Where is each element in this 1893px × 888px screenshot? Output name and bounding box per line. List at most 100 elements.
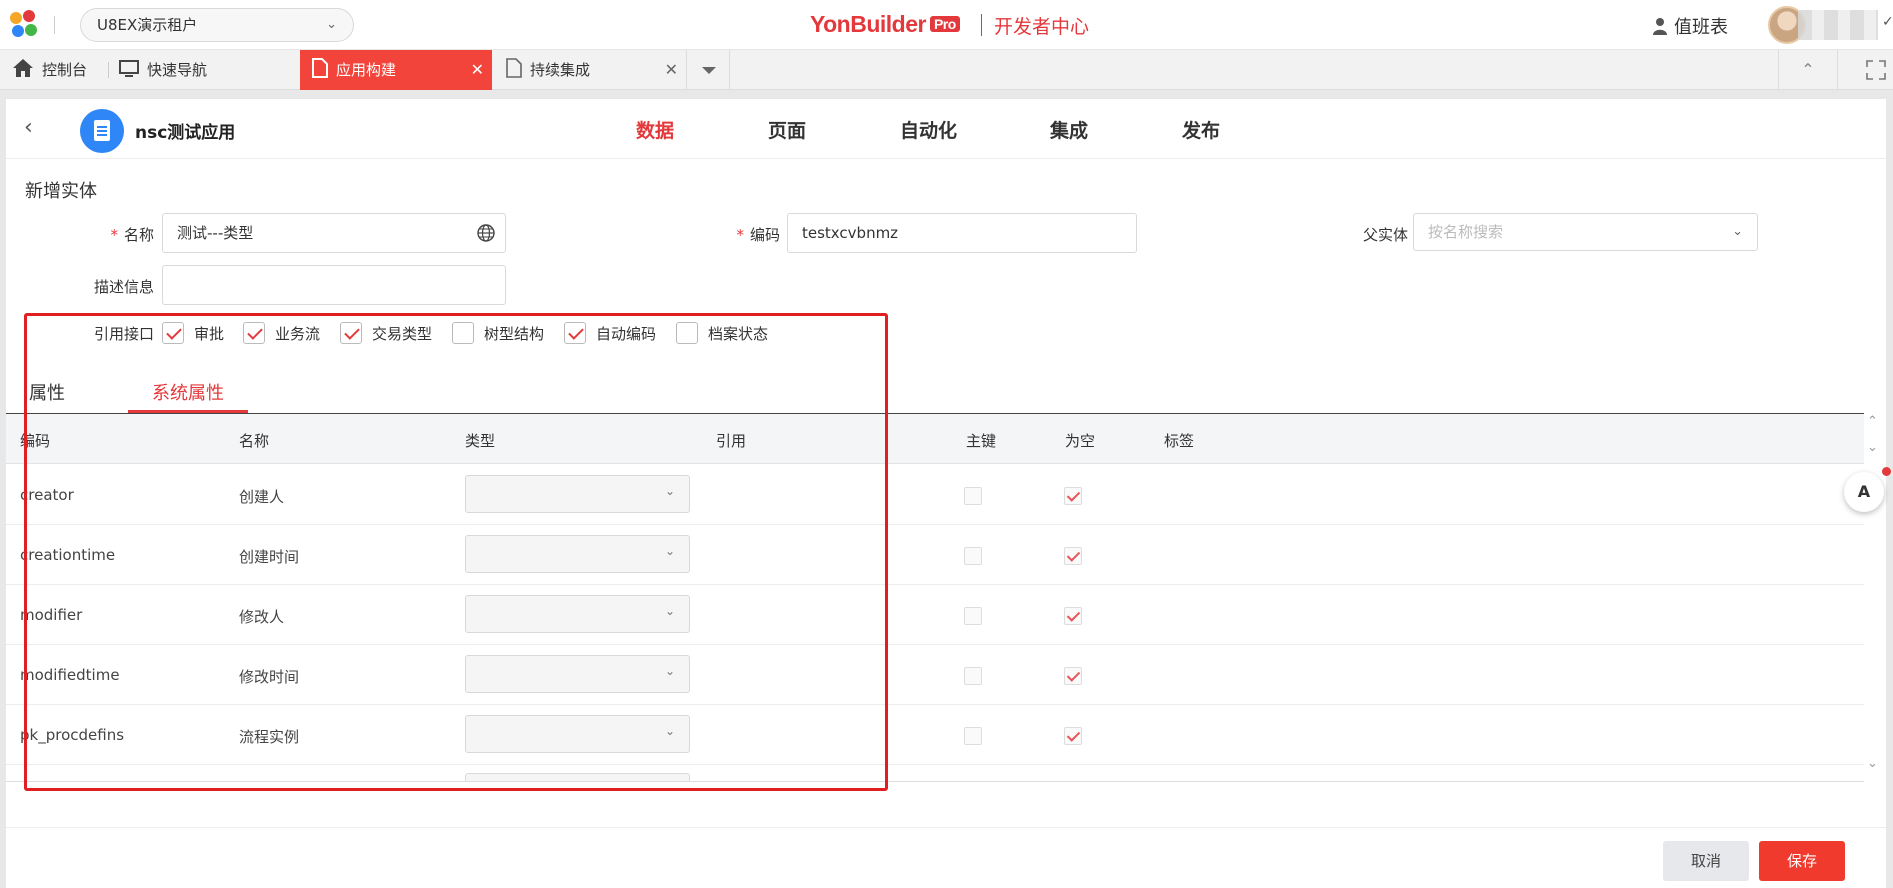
table-row[interactable]: creator 创建人 ⌄ [6,465,1864,525]
checkbox-box[interactable] [564,322,586,344]
globe-icon[interactable] [477,224,495,242]
checkbox-transaction-type[interactable]: 交易类型 [340,322,432,346]
checkbox-tree-structure[interactable]: 树型结构 [452,322,544,346]
checkbox-approval[interactable]: 审批 [162,322,224,346]
fullscreen-icon[interactable] [1866,60,1886,80]
column-header-name: 名称 [239,432,270,450]
chevron-down-icon: ⌄ [664,484,675,498]
nav-page[interactable]: 页面 [768,116,806,143]
checkbox-archive-status[interactable]: 档案状态 [676,322,768,346]
collapse-header-button[interactable]: ⌃ [1778,50,1838,90]
column-header-primary-key: 主键 [966,432,997,450]
nav-publish[interactable]: 发布 [1182,116,1220,143]
nav-automation[interactable]: 自动化 [900,116,957,143]
tab-app-build[interactable]: 应用构建 ✕ [300,50,492,90]
person-icon [1653,18,1667,35]
cell-code: modifier [20,606,83,624]
table-row[interactable] [6,765,1864,781]
type-select[interactable]: ⌄ [465,595,690,633]
checkbox-label: 自动编码 [596,325,657,343]
tab-console[interactable]: 控制台 [12,50,112,90]
divider [6,827,1886,828]
checkbox-box[interactable] [162,322,184,344]
checkbox-box[interactable] [243,322,265,344]
column-header-tags: 标签 [1164,432,1195,450]
close-icon[interactable]: ✕ [665,50,678,90]
tab-overflow-button[interactable] [686,50,730,90]
save-button[interactable]: 保存 [1759,841,1845,881]
primary-key-checkbox[interactable] [964,487,982,505]
notification-dot [1882,467,1891,476]
description-field[interactable] [162,265,506,305]
document-icon [312,58,328,78]
primary-key-checkbox[interactable] [964,667,982,685]
code-label: * 编码 [736,226,780,244]
nav-data[interactable]: 数据 [636,116,674,143]
assistant-button[interactable]: A [1844,472,1884,512]
dev-center-title: 开发者中心 [994,16,1090,38]
chevron-down-icon[interactable]: ✓ [1882,14,1893,30]
type-select[interactable]: ⌄ [465,535,690,573]
parent-entity-select[interactable]: 按名称搜索 ⌄ [1413,213,1758,251]
nullable-checkbox[interactable] [1064,667,1082,685]
table-row[interactable]: modifiedtime 修改时间 ⌄ [6,645,1864,705]
primary-key-checkbox[interactable] [964,547,982,565]
checkbox-box[interactable] [452,322,474,344]
primary-key-checkbox[interactable] [964,727,982,745]
divider [6,781,1864,782]
checkbox-box[interactable] [676,322,698,344]
name-field[interactable]: 测试---类型 [162,213,506,253]
nullable-checkbox[interactable] [1064,607,1082,625]
checkbox-box[interactable] [340,322,362,344]
tab-quick-nav[interactable]: 快速导航 [119,50,279,90]
nav-integration[interactable]: 集成 [1050,116,1088,143]
divider [108,62,109,78]
tenant-name: U8EX演示租户 [97,16,198,34]
tab-attributes[interactable]: 属性 [29,379,65,405]
interfaces-label: 引用接口 [93,325,154,343]
tab-label: 持续集成 [530,61,591,79]
app-icon [80,109,124,153]
checkbox-label: 档案状态 [708,325,769,343]
checkbox-label: 树型结构 [484,325,545,343]
type-select[interactable]: ⌄ [465,655,690,693]
nullable-checkbox[interactable] [1064,547,1082,565]
tab-system-attributes[interactable]: 系统属性 [152,379,224,405]
duty-schedule-link[interactable]: 值班表 [1652,13,1728,39]
parent-label: 父实体 [1362,226,1408,244]
back-icon[interactable]: ‹ [24,115,33,140]
close-icon[interactable]: ✕ [471,50,484,90]
nullable-checkbox[interactable] [1064,487,1082,505]
brand-name: YonBuilder [810,11,926,37]
primary-key-checkbox[interactable] [964,607,982,625]
monitor-icon [119,60,139,77]
type-select[interactable] [465,773,690,781]
user-name-blurred[interactable] [1798,10,1878,40]
chevron-up-icon[interactable]: ⌃ [1867,414,1878,429]
checkbox-business-flow[interactable]: 业务流 [243,322,320,346]
tab-ci[interactable]: 持续集成 ✕ [492,50,686,90]
cell-code: creator [20,486,74,504]
type-select[interactable]: ⌄ [465,475,690,513]
table-row[interactable]: modifier 修改人 ⌄ [6,585,1864,645]
app-panel: ‹ nsc测试应用 数据 页面 自动化 集成 发布 新增实体 * 名称 测试---… [6,99,1891,888]
nullable-checkbox[interactable] [1064,727,1082,745]
cancel-button[interactable]: 取消 [1663,841,1749,881]
table-row[interactable]: creationtime 创建时间 ⌄ [6,525,1864,585]
table-header: 编码 名称 类型 引用 主键 为空 标签 [6,414,1864,464]
table-row[interactable]: pk_procdefins 流程实例 ⌄ [6,705,1864,765]
chevron-down-icon: ⌄ [664,544,675,558]
chevron-down-icon[interactable]: ⌄ [1867,440,1878,455]
code-field[interactable]: testxcvbnmz [787,213,1137,253]
checkbox-auto-code[interactable]: 自动编码 [564,322,656,346]
chevron-down-icon[interactable]: ⌄ [1867,756,1878,771]
tenant-selector[interactable]: U8EX演示租户 ⌄ [80,8,354,42]
parent-placeholder: 按名称搜索 [1428,223,1504,241]
app-logo-icon[interactable] [10,10,42,40]
cell-code: pk_procdefins [20,726,125,744]
description-label: 描述信息 [93,278,154,296]
cell-name: 流程实例 [239,728,300,746]
type-select[interactable]: ⌄ [465,715,690,753]
cell-name: 修改时间 [239,668,300,686]
chevron-down-icon: ⌄ [326,17,337,32]
